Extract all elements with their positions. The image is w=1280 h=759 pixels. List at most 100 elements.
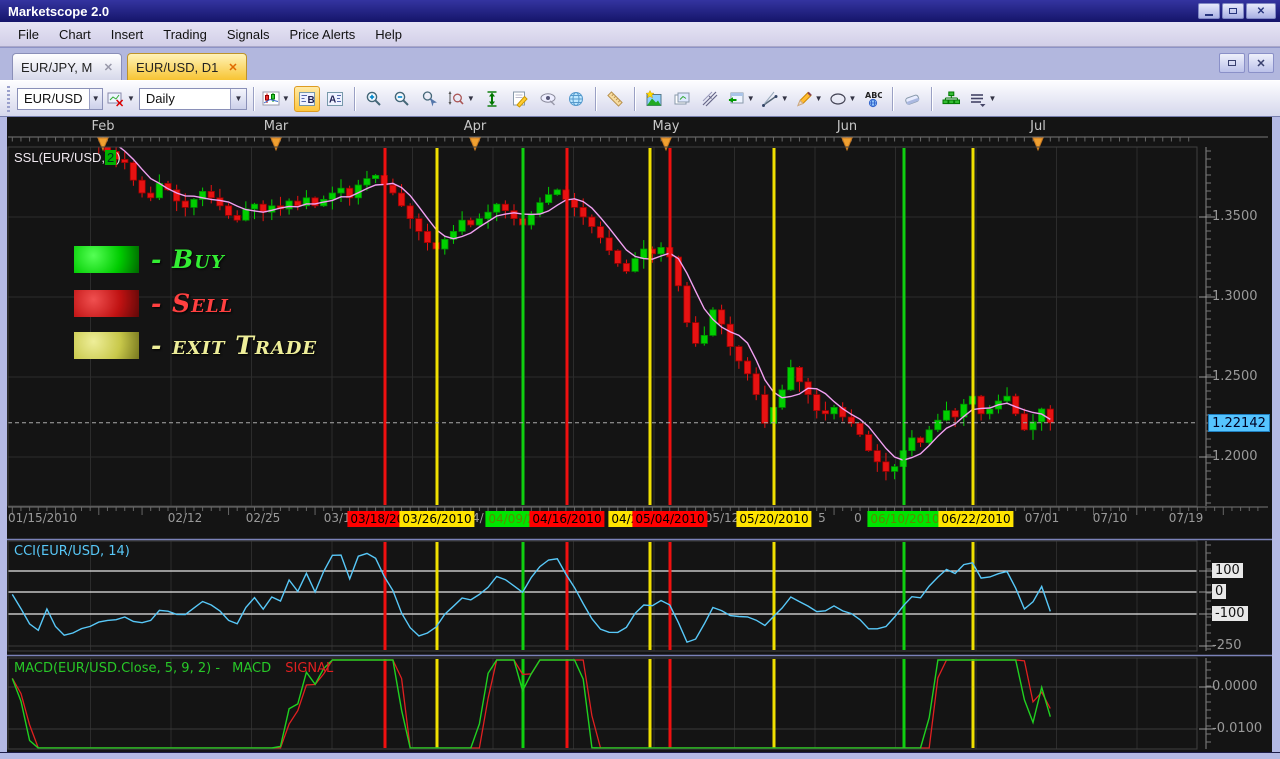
order-entry-icon: [727, 90, 745, 108]
toolbar: EUR/USD▼✕▼Daily▼▼BA▼▼▼▼▼ABC▼: [0, 80, 1280, 117]
image-frame-button[interactable]: [669, 86, 695, 112]
svg-text:ABC: ABC: [865, 91, 882, 100]
hide-panel-button[interactable]: [535, 86, 561, 112]
toolbar-grip[interactable]: [5, 86, 12, 112]
zoom-out-button[interactable]: [389, 86, 415, 112]
chevron-down-icon[interactable]: ▼: [988, 94, 996, 103]
date-label: 07/19: [1169, 511, 1204, 525]
fibonacci-button[interactable]: [697, 86, 723, 112]
month-marker-icon: [1033, 138, 1043, 150]
sell-swatch: [74, 290, 139, 317]
tab-eurjpy[interactable]: EUR/JPY, M ✕: [12, 53, 122, 80]
zoom-out-icon: [393, 90, 411, 108]
menu-insert[interactable]: Insert: [101, 22, 154, 46]
order-entry-button[interactable]: ▼: [725, 86, 757, 112]
menu-help[interactable]: Help: [365, 22, 412, 46]
eraser-button[interactable]: [899, 86, 925, 112]
chart-type-icon: [262, 90, 280, 108]
menu-price-alerts[interactable]: Price Alerts: [280, 22, 366, 46]
svg-text:A: A: [329, 94, 336, 105]
tab-close-icon[interactable]: ✕: [228, 61, 237, 74]
text-tool-button[interactable]: ABC: [860, 86, 886, 112]
menu-trading[interactable]: Trading: [153, 22, 217, 46]
tab-close-icon[interactable]: ✕: [104, 61, 113, 74]
close-chart-button[interactable]: ✕▼: [105, 86, 137, 112]
macd-series-label: MACD: [232, 661, 271, 676]
mdi-restore-button[interactable]: [1219, 53, 1245, 73]
trend-lines-icon: [761, 90, 779, 108]
zoom-in-button[interactable]: [361, 86, 387, 112]
month-label-feb: Feb: [91, 119, 114, 134]
add-image-icon: [645, 90, 663, 108]
symbol-select[interactable]: EUR/USD▼: [17, 88, 103, 110]
price-tick-label: 1.2000: [1212, 449, 1258, 464]
chevron-down-icon[interactable]: ▼: [849, 94, 857, 103]
eraser-icon: [903, 90, 921, 108]
buy-swatch: [74, 246, 139, 273]
measure-button[interactable]: [602, 86, 628, 112]
close-chart-icon: ✕: [107, 90, 125, 108]
restore-button[interactable]: [1222, 3, 1244, 19]
menu-file[interactable]: File: [8, 22, 49, 46]
mdi-window-controls: ✕: [1219, 53, 1274, 73]
fit-vertical-icon: [483, 90, 501, 108]
tab-label: EUR/USD, D1: [136, 60, 218, 75]
date-label: 0: [854, 511, 862, 525]
window-frame-left: [0, 117, 7, 759]
restore-icon: [1228, 60, 1236, 66]
price-tick-label: 1.3500: [1212, 209, 1258, 224]
web-link-button[interactable]: [563, 86, 589, 112]
title-bar: Marketscope 2.0 ✕: [0, 0, 1280, 22]
pencil-button[interactable]: ▼: [793, 86, 825, 112]
date-label: 05/04/2010: [632, 511, 707, 527]
close-button[interactable]: ✕: [1246, 3, 1276, 19]
chevron-down-icon[interactable]: ▼: [815, 94, 823, 103]
month-label-apr: Apr: [464, 119, 487, 134]
bid-line-icon: B: [298, 90, 316, 108]
legend-buy-label: - Buy: [151, 245, 225, 274]
window-frame-bottom: [0, 752, 1280, 759]
chart-type-button[interactable]: ▼: [260, 86, 292, 112]
trend-lines-button[interactable]: ▼: [759, 86, 791, 112]
web-icon: [567, 90, 585, 108]
ask-line-toggle-button[interactable]: A: [322, 86, 348, 112]
signal-series-label: SIGNAL: [285, 661, 333, 676]
period-select[interactable]: Daily▼: [139, 88, 247, 110]
bid-line-toggle-button[interactable]: B: [294, 86, 320, 112]
ellipse-tool-button[interactable]: ▼: [827, 86, 859, 112]
accounts-button[interactable]: [938, 86, 964, 112]
chart-area[interactable]: FebMarAprMayJunJul SSL(EUR/USD,2) - Buy …: [0, 117, 1280, 759]
price-tick-label: 1.2500: [1212, 369, 1258, 384]
svg-text:B: B: [307, 95, 314, 106]
mdi-close-button[interactable]: ✕: [1248, 53, 1274, 73]
toolbar-separator: [892, 87, 893, 111]
minimize-button[interactable]: [1198, 3, 1220, 19]
overflow-icon: [968, 90, 986, 108]
chevron-down-icon[interactable]: ▼: [230, 89, 246, 109]
tab-eurusd[interactable]: EUR/USD, D1 ✕: [127, 53, 247, 80]
chevron-down-icon[interactable]: ▼: [467, 94, 475, 103]
legend-buy: - Buy: [74, 246, 225, 273]
chevron-down-icon[interactable]: ▼: [127, 94, 135, 103]
notes-button[interactable]: [507, 86, 533, 112]
chevron-down-icon[interactable]: ▼: [282, 94, 290, 103]
cci-indicator-label: CCI(EUR/USD, 14): [14, 544, 130, 559]
zoom-select-button[interactable]: [417, 86, 443, 112]
chevron-down-icon[interactable]: ▼: [747, 94, 755, 103]
period-select-value: Daily: [140, 91, 230, 106]
zoom-range-button[interactable]: ▼: [445, 86, 477, 112]
toolbar-separator: [354, 87, 355, 111]
legend-exit: - exit Trade: [74, 332, 317, 359]
ruler-icon: [606, 90, 624, 108]
date-label: 01/15/2010: [8, 511, 77, 525]
macd-tick-label: -0.0100: [1212, 721, 1262, 736]
menu-chart[interactable]: Chart: [49, 22, 101, 46]
chevron-down-icon[interactable]: ▼: [781, 94, 789, 103]
legend-sell-label: - Sell: [151, 289, 233, 318]
fit-vertical-button[interactable]: [479, 86, 505, 112]
menu-signals[interactable]: Signals: [217, 22, 280, 46]
add-image-button[interactable]: [641, 86, 667, 112]
date-label: 05/12: [705, 511, 740, 525]
more-tools-button[interactable]: ▼: [966, 86, 998, 112]
chevron-down-icon[interactable]: ▼: [89, 89, 102, 109]
